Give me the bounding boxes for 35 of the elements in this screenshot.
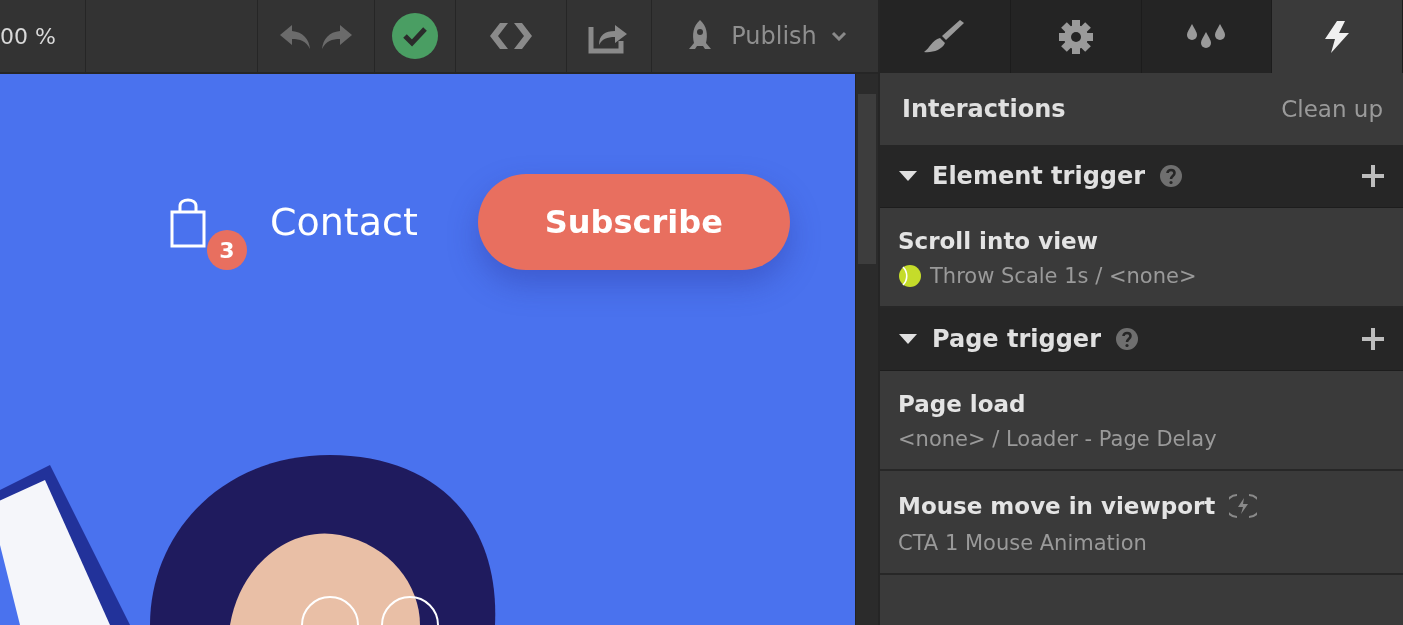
caret-icon[interactable]	[898, 333, 918, 345]
help-icon[interactable]	[1159, 164, 1184, 188]
panel-title: Interactions	[902, 95, 1066, 123]
publish-button[interactable]: Publish	[731, 22, 817, 50]
zoom-level[interactable]: 00 %	[0, 23, 56, 49]
section-title: Page trigger	[932, 325, 1101, 353]
chevron-down-icon[interactable]	[830, 31, 847, 41]
section-header[interactable]: Element trigger	[880, 145, 1403, 208]
scrollbar[interactable]	[855, 74, 878, 625]
tennis-ball-icon	[898, 264, 922, 288]
cart-count-badge: 3	[207, 230, 247, 270]
caret-icon[interactable]	[898, 170, 918, 182]
cart-icon[interactable]	[170, 196, 206, 248]
section-title: Element trigger	[932, 162, 1146, 190]
code-icon[interactable]	[488, 21, 534, 51]
panel-tab[interactable]	[880, 0, 1011, 73]
panel-tab[interactable]	[1010, 0, 1142, 73]
add-icon[interactable]	[1361, 164, 1385, 188]
interaction-name: Scroll into view	[898, 228, 1098, 254]
check-icon[interactable]	[391, 12, 439, 60]
interaction-name: Page load	[898, 391, 1026, 417]
interaction-detail: CTA 1 Mouse Animation	[898, 531, 1147, 555]
lightning-icon	[1323, 20, 1352, 53]
help-icon[interactable]	[1114, 327, 1139, 351]
clean-up-link[interactable]: Clean up	[1281, 96, 1383, 122]
add-icon[interactable]	[1361, 327, 1385, 351]
brush-icon	[923, 19, 966, 54]
interaction-detail: Throw Scale 1s / <none>	[930, 264, 1197, 288]
section-header[interactable]: Page trigger	[880, 308, 1403, 371]
panel-tab[interactable]	[1141, 0, 1273, 73]
contact-link[interactable]: Contact	[270, 200, 418, 244]
interaction-detail: <none> / Loader - Page Delay	[898, 427, 1217, 451]
interaction-name: Mouse move in viewport	[898, 493, 1216, 519]
refresh-bolt-icon	[1229, 491, 1258, 521]
settings-icon	[1057, 18, 1094, 55]
